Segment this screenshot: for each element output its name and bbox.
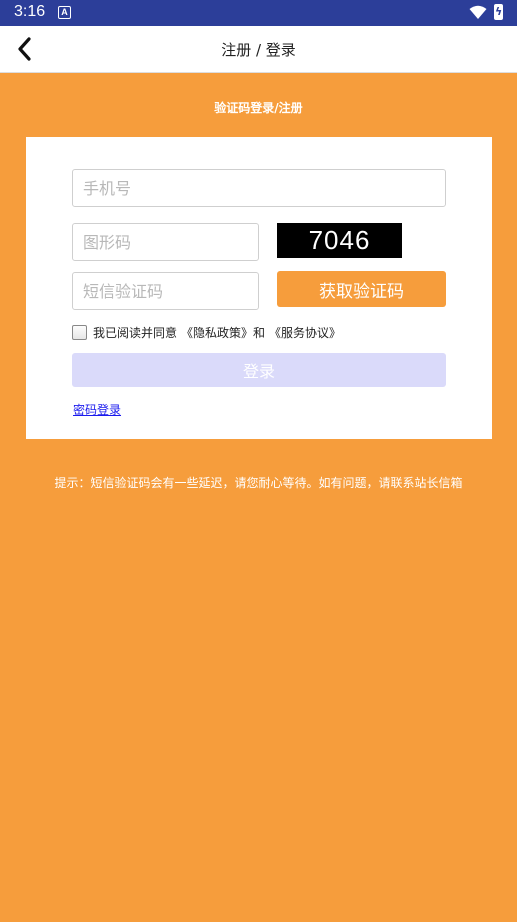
agree-label: 我已阅读并同意 bbox=[93, 325, 178, 340]
service-agreement-link[interactable]: 《服务协议》 bbox=[269, 324, 341, 341]
status-bar: 3:16 A ϟ bbox=[0, 0, 517, 26]
phone-input[interactable] bbox=[72, 169, 446, 207]
privacy-policy-link[interactable]: 《隐私政策》和 bbox=[181, 324, 265, 341]
agreement-row: 我已阅读并同意 《隐私政策》和 《服务协议》 bbox=[72, 322, 341, 342]
sms-code-input[interactable] bbox=[72, 272, 259, 310]
wifi-icon bbox=[469, 5, 487, 19]
password-login-link[interactable]: 密码登录 bbox=[73, 401, 121, 418]
get-sms-code-button[interactable]: 获取验证码 bbox=[277, 271, 446, 307]
agree-checkbox[interactable] bbox=[72, 324, 87, 340]
battery-icon: ϟ bbox=[494, 4, 503, 20]
notification-icon: A bbox=[58, 6, 71, 19]
login-card: 7046 获取验证码 我已阅读并同意 《隐私政策》和 《服务协议》 登录 密码登… bbox=[26, 137, 492, 439]
page-title: 注册 / 登录 bbox=[221, 41, 296, 59]
hint-text: 提示：短信验证码会有一些延迟，请您耐心等待。如有问题，请联系站长信箱 bbox=[54, 476, 463, 490]
login-button[interactable]: 登录 bbox=[72, 353, 446, 387]
status-time: 3:16 bbox=[14, 3, 46, 20]
app-bar: 注册 / 登录 bbox=[0, 26, 517, 73]
section-title: 验证码登录/注册 bbox=[214, 101, 303, 115]
captcha-image[interactable]: 7046 bbox=[277, 223, 402, 258]
captcha-input[interactable] bbox=[72, 223, 259, 261]
